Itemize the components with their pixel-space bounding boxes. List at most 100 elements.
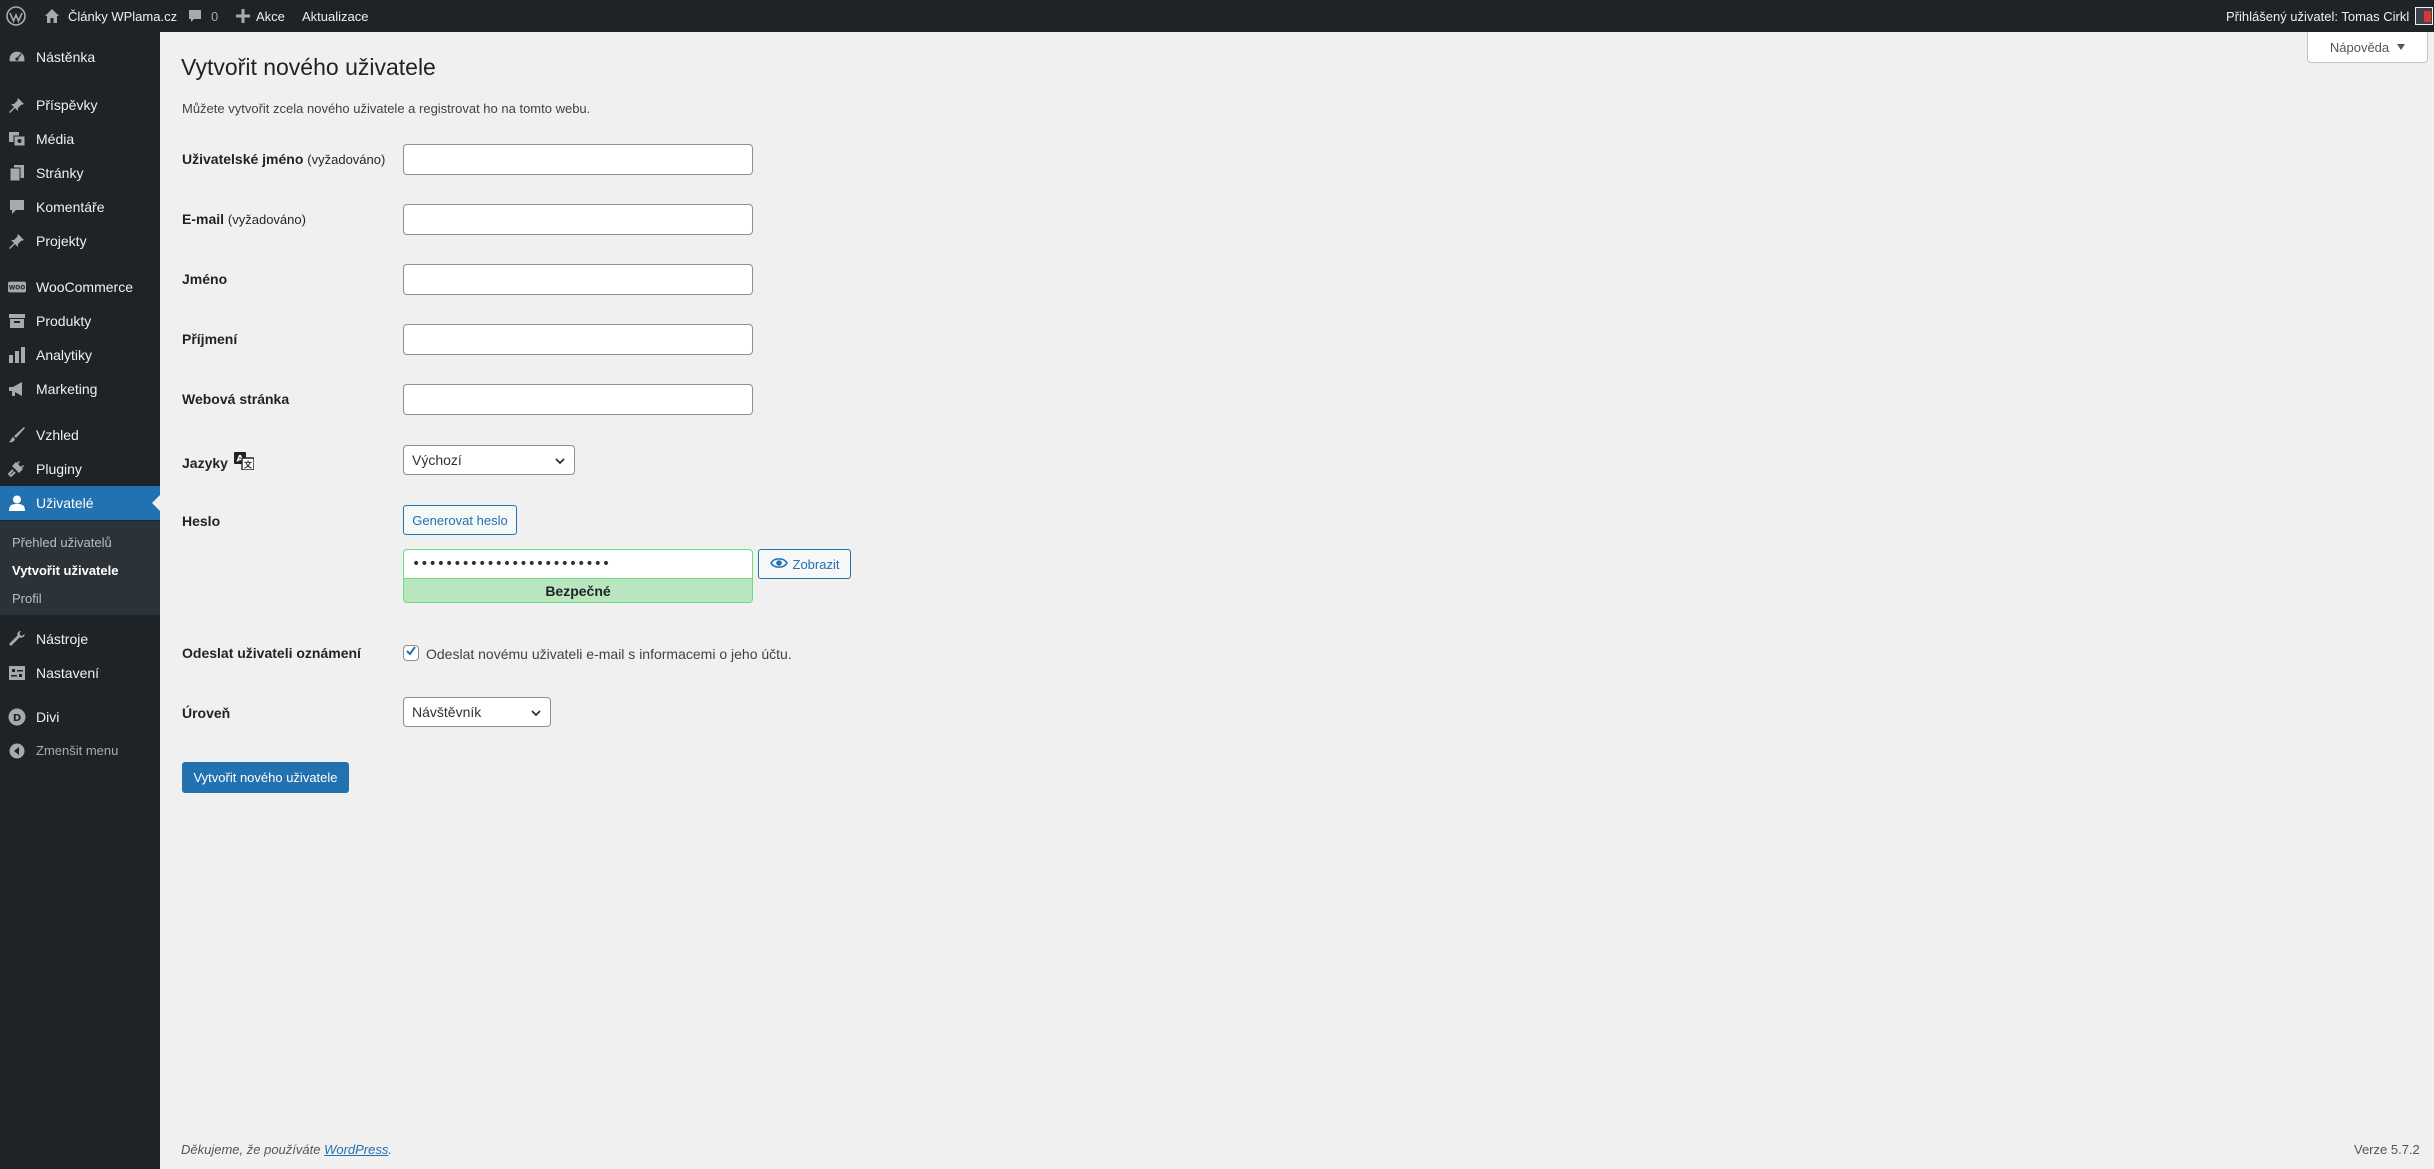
wrench-icon: [8, 631, 26, 647]
users-submenu: Přehled uživatelů Vytvořit uživatele Pro…: [0, 521, 160, 615]
my-account-link[interactable]: Přihlášený uživatel: Tomas Cirkl: [2226, 0, 2434, 32]
sidebar-item-label: Příspěvky: [36, 97, 98, 113]
submenu-item-add-user[interactable]: Vytvořit uživatele: [12, 563, 118, 578]
sidebar-item-dashboard[interactable]: Nástěnka: [0, 40, 160, 74]
username-input[interactable]: [403, 144, 753, 175]
caret-down-icon: [2397, 44, 2406, 50]
sidebar-item-plugins[interactable]: Pluginy: [0, 452, 160, 486]
username-label: Uživatelské jméno (vyžadováno): [182, 151, 386, 167]
pin-icon: [8, 233, 26, 249]
comment-bubble-icon: [187, 8, 203, 24]
sidebar-item-comments[interactable]: Komentáře: [0, 190, 160, 224]
sidebar-item-label: Nastavení: [36, 665, 100, 681]
sidebar-item-label: Nástěnka: [36, 49, 96, 65]
sidebar-item-products[interactable]: Produkty: [0, 304, 160, 338]
collapse-arrow-icon: [8, 743, 26, 759]
sidebar-item-media[interactable]: Média: [0, 122, 160, 156]
pin-icon: [8, 97, 26, 113]
sidebar-item-label: Vzhled: [36, 427, 79, 443]
media-icon: [8, 131, 26, 147]
footer-version: Verze 5.7.2: [2354, 1142, 2420, 1157]
collapse-menu-button[interactable]: Zmenšit menu: [0, 734, 160, 768]
page-intro: Můžete vytvořit zcela nového uživatele a…: [182, 101, 591, 116]
avatar: [2415, 7, 2434, 25]
generate-password-button[interactable]: Generovat heslo: [403, 505, 517, 535]
website-input[interactable]: [403, 384, 753, 415]
create-user-label: Vytvořit nového uživatele: [193, 770, 338, 785]
notify-text[interactable]: Odeslat novému uživateli e-mail s inform…: [426, 646, 792, 662]
language-select[interactable]: Výchozí: [403, 445, 575, 475]
account-label: Přihlášený uživatel: Tomas Cirkl: [2226, 8, 2410, 24]
sidebar-item-analytics[interactable]: Analytiky: [0, 338, 160, 372]
sidebar-item-label: Uživatelé: [36, 495, 94, 511]
last-name-label: Příjmení: [182, 331, 238, 347]
sidebar-item-label: Divi: [36, 709, 60, 725]
password-mask: ••••••••••••••••••••••••: [412, 556, 611, 572]
chevron-down-icon: [554, 454, 566, 470]
sidebar-item-label: WooCommerce: [36, 279, 133, 295]
email-input[interactable]: [403, 204, 753, 235]
archive-icon: [8, 313, 26, 329]
sidebar-item-label: Stránky: [36, 165, 84, 181]
role-label: Úroveň: [182, 705, 231, 721]
first-name-input[interactable]: [403, 264, 753, 295]
user-icon: [8, 495, 26, 511]
admin-bar: Články WPlama.cz 0 Akce Aktualizace Přih…: [0, 0, 2434, 32]
footer-thanks: Děkujeme, že používáte WordPress.: [181, 1142, 392, 1157]
send-notification-checkbox[interactable]: [403, 645, 419, 661]
sidebar-item-label: Marketing: [36, 381, 98, 397]
wordpress-link[interactable]: WordPress: [324, 1142, 388, 1157]
sidebar-item-divi[interactable]: D Divi: [0, 700, 160, 734]
sidebar-item-posts[interactable]: Příspěvky: [0, 88, 160, 122]
password-field: •••••••••••••••••••••••• Bezpečné: [403, 549, 753, 603]
site-name-link[interactable]: Články WPlama.cz: [44, 0, 177, 32]
password-strength-indicator: Bezpečné: [403, 578, 753, 603]
submenu-item-profile[interactable]: Profil: [12, 591, 42, 606]
sidebar-item-pages[interactable]: Stránky: [0, 156, 160, 190]
translation-icon: A文: [233, 452, 255, 473]
comments-icon: [8, 199, 26, 215]
create-user-button[interactable]: Vytvořit nového uživatele: [182, 762, 349, 793]
comments-count: 0: [211, 8, 219, 24]
password-label: Heslo: [182, 513, 221, 529]
sidebar-item-marketing[interactable]: Marketing: [0, 372, 160, 406]
bar-chart-icon: [8, 347, 26, 363]
divi-icon: D: [8, 708, 26, 726]
brush-icon: [8, 427, 26, 443]
sidebar-item-appearance[interactable]: Vzhled: [0, 418, 160, 452]
svg-text:文: 文: [244, 460, 253, 470]
updates-label: Aktualizace: [302, 8, 369, 24]
email-label: E-mail (vyžadováno): [182, 211, 306, 227]
new-content-link[interactable]: Akce: [236, 0, 285, 32]
sidebar-item-tools[interactable]: Nástroje: [0, 622, 160, 656]
site-name: Články WPlama.cz: [68, 8, 178, 24]
role-select[interactable]: Návštěvník: [403, 697, 551, 727]
dashboard-icon: [8, 49, 26, 65]
sidebar-item-settings[interactable]: Nastavení: [0, 656, 160, 690]
help-tab-button[interactable]: Nápověda: [2307, 32, 2428, 63]
submenu-item-all-users[interactable]: Přehled uživatelů: [12, 535, 112, 550]
password-input[interactable]: ••••••••••••••••••••••••: [403, 549, 753, 578]
notify-label: Odeslat uživateli oznámení: [182, 645, 361, 661]
show-password-label: Zobrazit: [792, 556, 840, 572]
sidebar-item-woocommerce[interactable]: WOO WooCommerce: [0, 270, 160, 304]
admin-sidebar: Nástěnka Příspěvky Média Stránky Komentá…: [0, 32, 160, 1169]
page-title: Vytvořit nového uživatele: [181, 54, 436, 80]
language-label: Jazyky A文: [182, 452, 255, 473]
last-name-input[interactable]: [403, 324, 753, 355]
updates-link[interactable]: Aktualizace: [302, 0, 368, 32]
plus-icon: [236, 9, 250, 23]
sidebar-item-label: Komentáře: [36, 199, 105, 215]
settings-icon: [8, 665, 26, 681]
show-password-button[interactable]: Zobrazit: [758, 549, 851, 579]
wordpress-logo-icon[interactable]: [6, 0, 26, 32]
comments-link[interactable]: 0: [187, 0, 218, 32]
new-content-label: Akce: [256, 8, 285, 24]
password-strength-label: Bezpečné: [545, 582, 611, 599]
eye-icon: [769, 557, 788, 572]
svg-text:D: D: [13, 713, 21, 724]
sidebar-item-label: Analytiky: [36, 347, 93, 363]
sidebar-item-projects[interactable]: Projekty: [0, 224, 160, 258]
role-select-value: Návštěvník: [412, 704, 482, 720]
sidebar-item-users[interactable]: Uživatelé: [0, 486, 160, 520]
